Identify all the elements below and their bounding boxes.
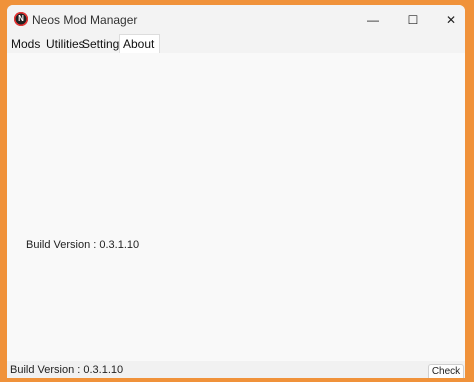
neos-app-icon: N bbox=[14, 12, 28, 26]
tab-utilities[interactable]: Utilities bbox=[46, 35, 85, 53]
tab-about[interactable]: About bbox=[119, 34, 160, 53]
maximize-icon: ☐ bbox=[407, 13, 419, 27]
window-title: Neos Mod Manager bbox=[32, 13, 138, 27]
minimize-button[interactable]: — bbox=[353, 5, 393, 35]
status-build-version: Build Version : 0.3.1.10 bbox=[10, 364, 124, 376]
minimize-icon: — bbox=[367, 13, 379, 27]
status-bar: Build Version : 0.3.1.10 Check bbox=[7, 361, 465, 378]
close-button[interactable]: ✕ bbox=[431, 5, 465, 35]
about-panel: Build Version : 0.3.1.10 bbox=[7, 53, 465, 361]
close-icon: ✕ bbox=[445, 13, 457, 27]
app-window: N Neos Mod Manager — ☐ ✕ Mods Utilities … bbox=[7, 5, 465, 378]
tab-bar: Mods Utilities Settings About bbox=[7, 34, 465, 53]
tab-mods[interactable]: Mods bbox=[11, 35, 40, 53]
check-button[interactable]: Check bbox=[428, 364, 464, 378]
maximize-button[interactable]: ☐ bbox=[393, 5, 433, 35]
build-version-label: Build Version : 0.3.1.10 bbox=[26, 239, 140, 251]
title-bar[interactable]: N Neos Mod Manager — ☐ ✕ bbox=[7, 5, 465, 35]
